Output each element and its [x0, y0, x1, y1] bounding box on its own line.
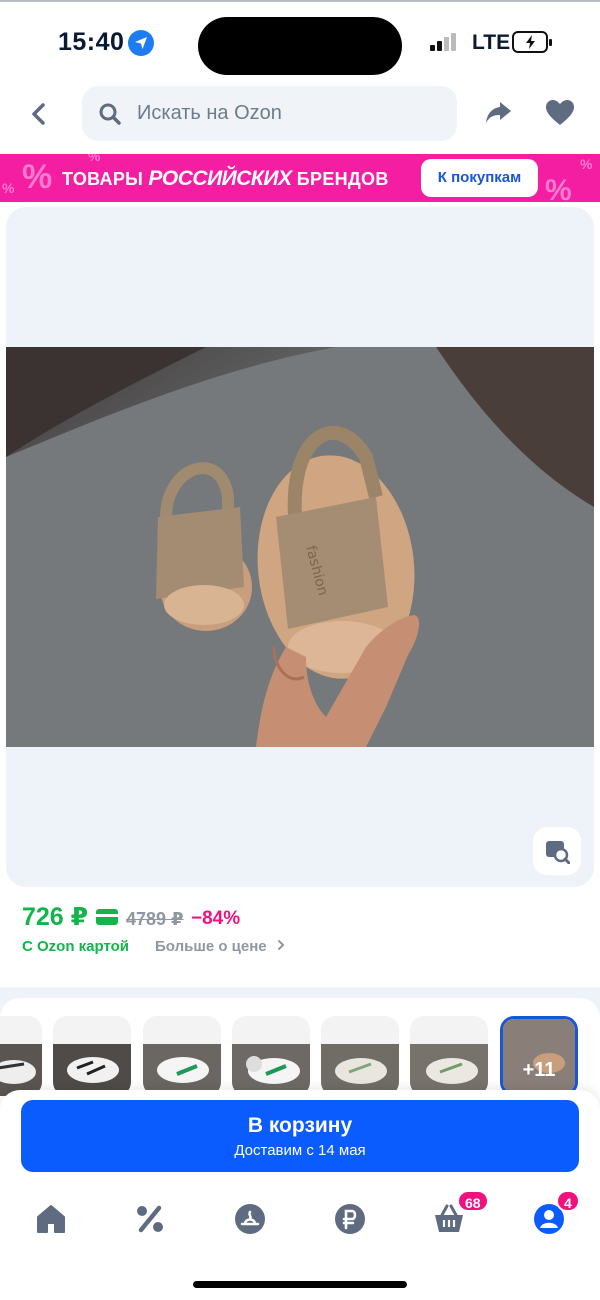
nav-cart[interactable]: 68: [432, 1190, 489, 1236]
percent-decoration-icon: %: [2, 180, 15, 196]
delivery-date: Доставим с 14 мая: [234, 1142, 366, 1159]
price-details-label: Больше о цене: [155, 938, 267, 955]
home-icon: [37, 1205, 65, 1233]
discount-badge: −84%: [191, 908, 241, 929]
nav-finance[interactable]: [333, 1202, 367, 1236]
variant-thumbnail-more[interactable]: +11: [500, 1016, 578, 1096]
dynamic-island: [198, 17, 402, 75]
chevron-left-icon: [32, 103, 45, 125]
price-details-link[interactable]: Больше о цене: [155, 938, 287, 955]
banner-text: ТОВАРЫ РОССИЙСКИХ БРЕНДОВ: [62, 167, 389, 191]
percent-decoration-icon: %: [88, 154, 101, 164]
percent-decoration-icon: %: [22, 158, 53, 196]
variant-thumbnail[interactable]: [0, 1016, 42, 1096]
percent-decoration-icon: %: [545, 174, 572, 202]
more-variants-count: +11: [522, 1059, 556, 1081]
ozon-card-label: С Ozon картой: [22, 938, 130, 955]
product-photo[interactable]: fashion: [6, 347, 594, 747]
percent-icon: [137, 1205, 163, 1233]
banner-word: ТОВАРЫ: [62, 169, 144, 189]
banner-word-accent: РОССИЙСКИХ: [148, 167, 292, 190]
visual-search-button[interactable]: [533, 827, 581, 875]
network-type: LTE: [472, 31, 511, 54]
location-icon: [128, 30, 154, 56]
top-bar: Искать на Ozon: [0, 82, 600, 154]
profile-notification-badge: 4: [556, 1190, 580, 1212]
nav-sale[interactable]: [133, 1202, 167, 1236]
nav-home[interactable]: [34, 1202, 68, 1236]
back-button[interactable]: [24, 99, 54, 129]
shop-now-button[interactable]: К покупкам: [421, 159, 538, 197]
sandals-photo: fashion: [6, 347, 594, 747]
nav-fresh[interactable]: [233, 1202, 267, 1236]
percent-decoration-icon: %: [580, 156, 593, 172]
price-block: 726 ₽ 4789 ₽ −84% С Ozon картой Больше о…: [0, 887, 600, 987]
search-icon: [99, 103, 121, 125]
battery-icon: [512, 31, 552, 53]
search-placeholder: Искать на Ozon: [137, 102, 282, 124]
variant-thumbnail[interactable]: [53, 1016, 131, 1096]
add-to-cart-button[interactable]: В корзину Доставим с 14 мая: [21, 1100, 579, 1172]
cart-count-badge: 68: [457, 1190, 489, 1212]
heart-icon: [546, 100, 574, 125]
image-search-icon: [546, 841, 570, 864]
credit-card-icon: [96, 909, 118, 925]
cart-action-bar: В корзину Доставим с 14 мая: [0, 1090, 600, 1188]
share-icon: [486, 102, 511, 123]
old-price: 4789 ₽: [126, 909, 184, 929]
variant-thumbnail[interactable]: [143, 1016, 221, 1096]
add-to-cart-label: В корзину: [247, 1114, 353, 1137]
status-time: 15:40: [58, 28, 125, 56]
chevron-right-icon: [277, 940, 285, 950]
ozon-fresh-icon: [235, 1204, 265, 1234]
signal-icon: [430, 33, 458, 51]
status-bar: 15:40 LTE: [0, 0, 600, 80]
current-price: 726 ₽: [22, 903, 89, 931]
variant-thumbnail[interactable]: [410, 1016, 488, 1096]
variant-thumbnail[interactable]: [232, 1016, 310, 1096]
nav-profile[interactable]: 4: [532, 1190, 580, 1236]
product-gallery[interactable]: fashion: [6, 207, 594, 887]
search-input[interactable]: Искать на Ozon: [82, 86, 457, 141]
banner-word: БРЕНДОВ: [296, 169, 389, 189]
ruble-icon: [335, 1204, 365, 1234]
promo-banner[interactable]: % % % % % ТОВАРЫ РОССИЙСКИХ БРЕНДОВ К по…: [0, 154, 600, 202]
favorite-button[interactable]: [545, 99, 575, 132]
home-indicator: [193, 1281, 407, 1288]
share-button[interactable]: [483, 97, 513, 132]
variant-thumbnail[interactable]: [321, 1016, 399, 1096]
